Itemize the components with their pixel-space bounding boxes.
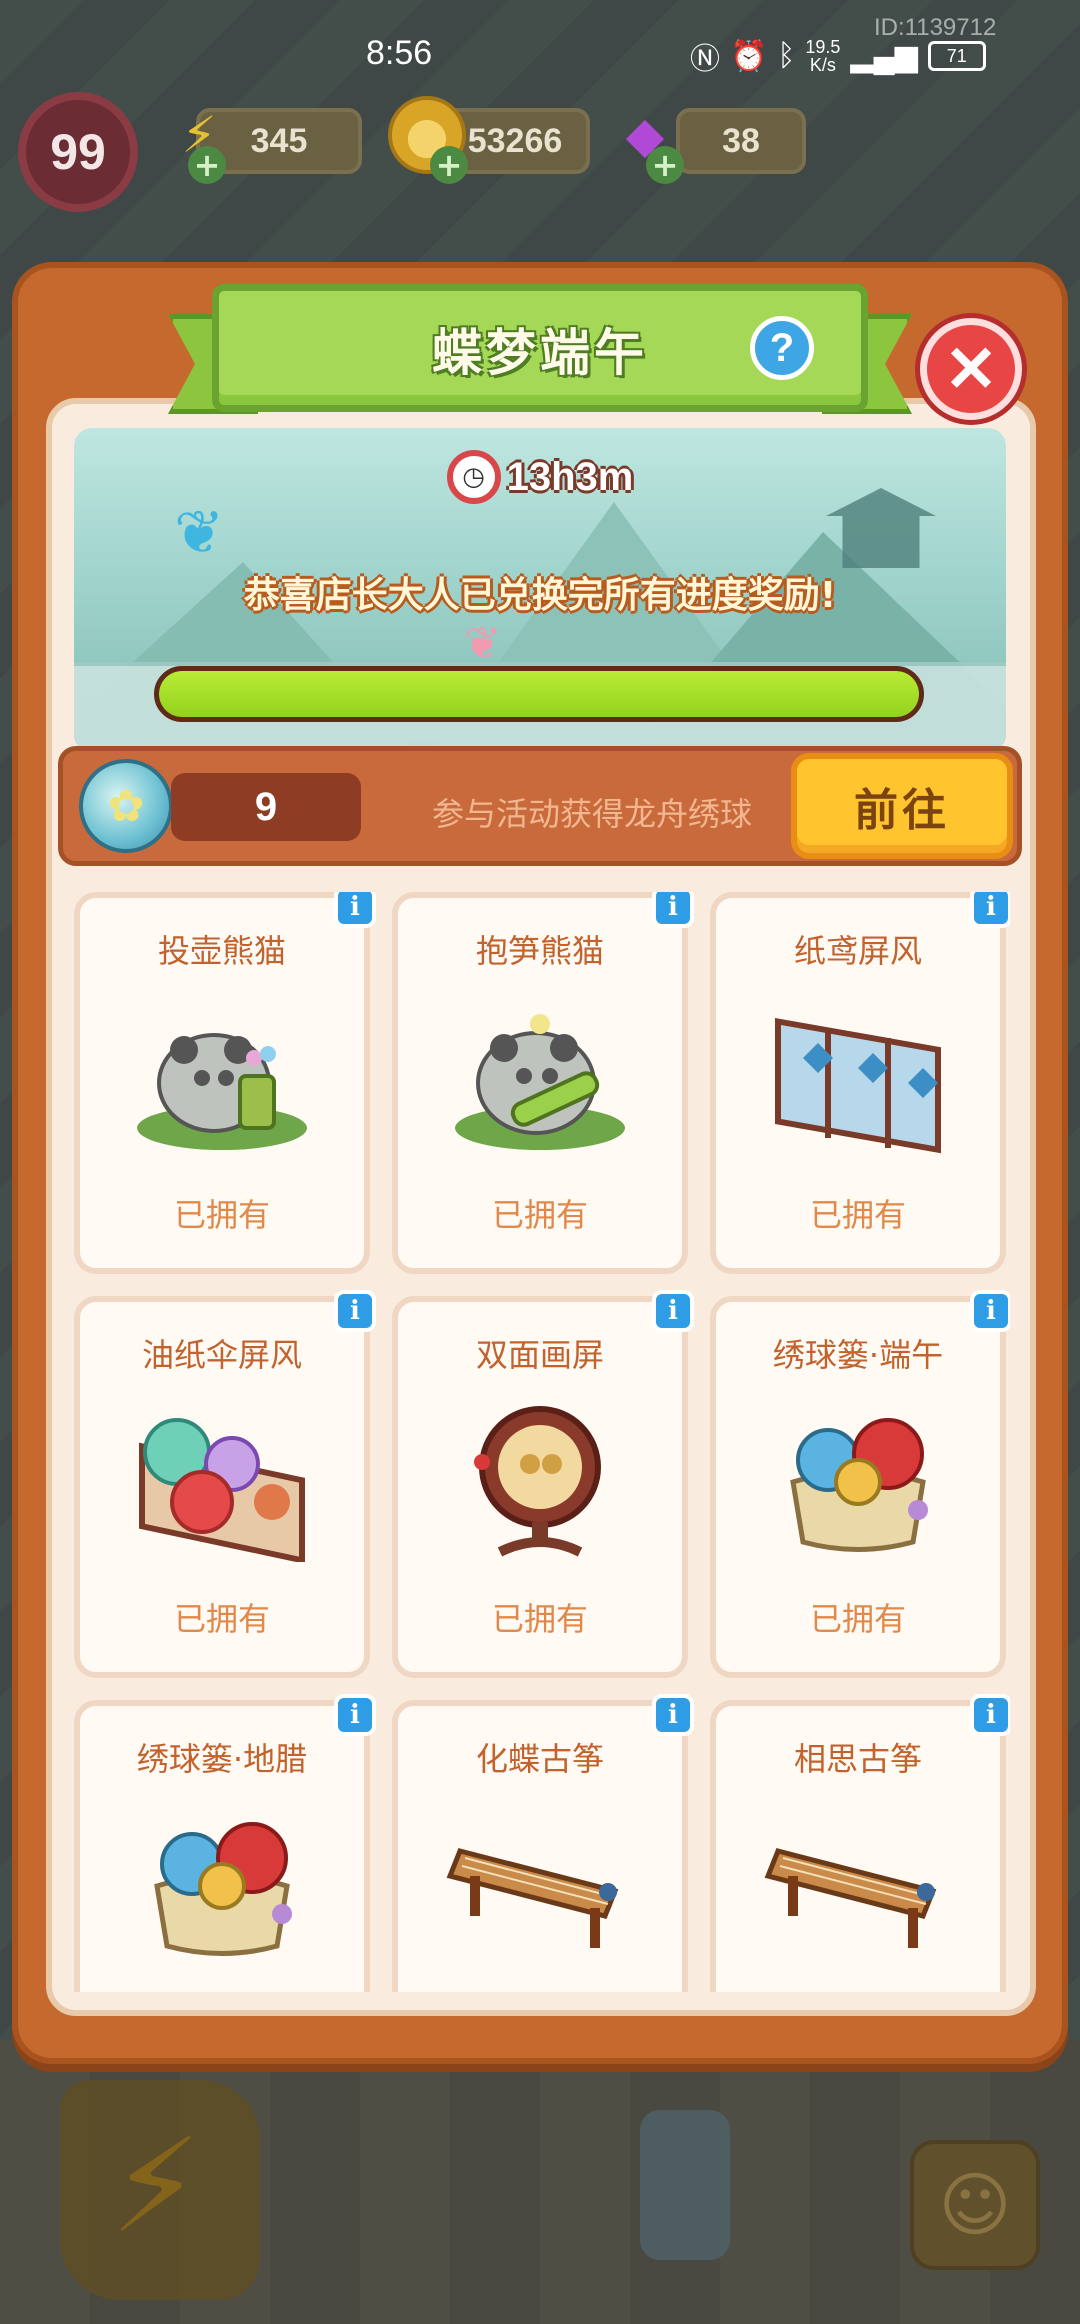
embroidered-ball-icon: ✿ [79, 759, 173, 853]
info-icon[interactable]: i [334, 1290, 376, 1332]
reward-item-card[interactable]: 绣球篓·地腊 i [74, 1694, 376, 1992]
add-gem-button[interactable]: + [646, 146, 684, 184]
nfc-icon: Ⓝ [690, 43, 720, 76]
reward-item-status: 已拥有 [173, 1196, 270, 1234]
ball-basket-icon [758, 1392, 958, 1562]
net-speed: 19.5 K/s [805, 38, 840, 74]
net-speed-unit: K/s [809, 55, 836, 75]
reward-item-card[interactable]: 纸鸢屏风已拥有 i [710, 892, 1010, 1274]
reward-item-name: 投壶熊猫 [157, 932, 286, 970]
butterfly-icon: ❦ [174, 498, 225, 568]
status-bar: 8:56 ID:1139712 Ⓝ ⏰ ᛒ 19.5 K/s ▂▄▆ 71 [0, 0, 1080, 110]
energy-value: 345 [250, 121, 308, 160]
reward-item-name: 油纸伞屏风 [141, 1336, 302, 1374]
reward-item-name: 纸鸢屏风 [793, 932, 922, 970]
reward-item-card[interactable]: 相思古筝 i [710, 1694, 1010, 1992]
reward-item-status: 已拥有 [491, 1196, 588, 1234]
panda-bamboo-icon [440, 988, 640, 1158]
reward-item-status: 已拥有 [809, 1600, 906, 1638]
token-row: ✿ 9 参与活动获得龙舟绣球 前往 [58, 746, 1022, 866]
token-hint: 参与活动获得龙舟绣球 [431, 795, 752, 833]
reward-item-card[interactable]: 化蝶古筝 i [392, 1694, 694, 1992]
kite-screen-icon [758, 988, 958, 1158]
gem-value: 38 [722, 121, 760, 160]
add-coin-button[interactable]: + [430, 146, 468, 184]
info-icon[interactable]: i [970, 1694, 1010, 1736]
info-icon[interactable]: i [970, 892, 1010, 928]
system-icons: Ⓝ ⏰ ᛒ 19.5 K/s ▂▄▆ 71 [690, 34, 986, 78]
guzheng-icon [758, 1796, 958, 1966]
reward-grid: 投壶熊猫 已拥有 i 抱笋熊猫 已拥有 i 纸鸢屏风 已拥有 i 油纸伞屏风 已拥有 i 双面画屏 已拥有… [74, 892, 1010, 1992]
info-icon[interactable]: i [652, 1694, 694, 1736]
net-speed-value: 19.5 [805, 37, 841, 57]
close-icon[interactable]: ✕ [920, 318, 1022, 420]
info-icon[interactable]: i [334, 1694, 376, 1736]
painting-screen-icon [440, 1392, 640, 1562]
event-timer: ◷ 13h3m [74, 450, 1006, 504]
guzheng-icon [440, 1796, 640, 1966]
progress-bar [154, 666, 924, 722]
battery-icon: 71 [927, 41, 986, 71]
add-energy-button[interactable]: + [188, 146, 226, 184]
alarm-icon: ⏰ [730, 39, 768, 73]
info-icon[interactable]: i [652, 1290, 694, 1332]
ball-basket-icon [122, 1796, 322, 1966]
go-button[interactable]: 前往 [791, 753, 1013, 859]
reward-item-name: 双面画屏 [475, 1336, 604, 1374]
battery-level: 71 [946, 45, 967, 66]
event-banner: ❦ ❦ ◷ 13h3m 恭喜店长大人已兑换完所有进度奖励! [74, 428, 1006, 752]
butterfly-icon: ❦ [464, 618, 501, 669]
reward-item-status: 已拥有 [809, 1196, 906, 1234]
reward-item-status: 已拥有 [491, 1600, 588, 1638]
progress-fill [159, 671, 919, 717]
panda-vase-icon [122, 988, 322, 1158]
info-icon[interactable]: i [334, 892, 376, 928]
reward-item-card[interactable]: 双面画屏已拥有 i [392, 1290, 694, 1678]
reward-item-name: 相思古筝 [793, 1740, 922, 1778]
reward-item-card[interactable]: 抱笋熊猫已拥有 i [392, 892, 694, 1274]
reward-item-card[interactable]: 投壶熊猫已拥有 i [74, 892, 376, 1274]
umbrella-screen-icon [122, 1392, 322, 1564]
reward-item-status: 已拥有 [173, 1600, 270, 1638]
question-icon[interactable]: ? [750, 316, 814, 380]
token-count: 9 [171, 773, 361, 841]
gem-counter: 38 [676, 108, 806, 174]
coin-value: 53266 [467, 121, 563, 160]
timer-text: 13h3m [506, 454, 634, 499]
bluetooth-icon: ᛒ [777, 39, 796, 72]
reward-item-card[interactable]: 绣球篓·端午 已拥有 i [710, 1290, 1010, 1678]
completion-message: 恭喜店长大人已兑换完所有进度奖励! [243, 575, 837, 616]
reward-item-name: 抱笋熊猫 [475, 932, 604, 970]
info-icon[interactable]: i [652, 892, 694, 928]
level-badge[interactable]: 99 [18, 92, 138, 212]
clock-time: 8:56 [366, 34, 433, 72]
reward-item-name: 绣球篓·端午 [772, 1336, 944, 1374]
info-icon[interactable]: i [970, 1290, 1010, 1332]
reward-item-name: 化蝶古筝 [475, 1740, 604, 1778]
reward-item-card[interactable]: 油纸伞屏风已拥有 i [74, 1290, 376, 1678]
reward-item-name: 绣球篓·地腊 [136, 1740, 308, 1778]
clock-icon: ◷ [446, 450, 501, 504]
signal-icon: ▂▄▆ [850, 39, 918, 73]
